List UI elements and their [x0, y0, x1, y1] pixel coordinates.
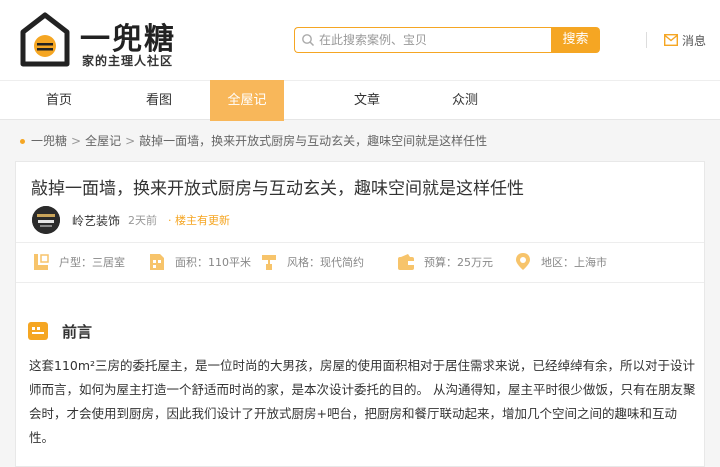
article-body: 这套110m²三房的委托屋主，是一位时尚的大男孩，房屋的使用面积相对于居住需求来… [29, 358, 696, 445]
article-card: 敲掉一面墙，换来开放式厨房与互动玄关，趣味空间就是这样任性 岭艺装饰 2天前 ·… [15, 161, 705, 467]
style-icon [262, 255, 276, 270]
nav-item-pictures[interactable]: 看图 [122, 81, 196, 120]
update-status: · 楼主有更新 [168, 214, 230, 227]
breadcrumb-dot-icon [20, 139, 25, 144]
section-title: 前言 [62, 323, 93, 341]
mail-icon [664, 34, 678, 46]
breadcrumb-separator: > [125, 134, 136, 148]
nav-item-whole-house[interactable]: 全屋记 [210, 80, 284, 121]
breadcrumb-section[interactable]: 全屋记 [85, 134, 121, 148]
info-location-text: 地区：上海市 [541, 256, 607, 269]
location-icon [516, 253, 530, 270]
author-avatar[interactable] [32, 206, 60, 234]
logo-icon[interactable] [20, 12, 70, 68]
budget-icon [398, 254, 414, 270]
search-box[interactable] [294, 27, 552, 53]
avatar-image-icon [32, 206, 60, 234]
nav-item-home[interactable]: 首页 [22, 81, 96, 120]
divider [16, 242, 704, 243]
article-title: 敲掉一面墙，换来开放式厨房与互动玄关，趣味空间就是这样任性 [31, 179, 524, 199]
author-name[interactable]: 岭艺装饰 [72, 212, 120, 229]
breadcrumb-home[interactable]: 一兜糖 [31, 134, 67, 148]
brand-slogan: 家的主理人社区 [82, 54, 174, 68]
info-area-text: 面积：110平米 [175, 256, 251, 269]
search-button[interactable]: 搜索 [551, 27, 600, 53]
main-nav: 首页 看图 全屋记 文章 众测 [0, 80, 720, 121]
nav-item-reviews[interactable]: 众测 [428, 81, 502, 120]
info-budget-text: 预算：25万元 [424, 256, 493, 269]
layout-icon [34, 254, 49, 270]
search-input[interactable] [319, 31, 544, 49]
info-layout-text: 户型：三居室 [59, 256, 125, 269]
breadcrumb-current: 敲掉一面墙，换来开放式厨房与互动玄关，趣味空间就是这样任性 [139, 134, 488, 148]
info-style-text: 风格：现代简约 [287, 256, 364, 269]
header-divider [646, 32, 647, 48]
messages-label: 消息 [682, 34, 707, 48]
search-icon [302, 34, 315, 47]
divider [16, 282, 704, 283]
breadcrumb-separator: > [71, 134, 82, 148]
post-time: 2天前 [128, 214, 157, 227]
section-icon [28, 322, 48, 340]
site-header: 一兜糖 家的主理人社区 搜索 消息 [0, 0, 720, 80]
breadcrumb: 一兜糖 > 全屋记 > 敲掉一面墙，换来开放式厨房与互动玄关，趣味空间就是这样任性 [20, 132, 487, 152]
area-icon [150, 254, 164, 270]
nav-item-articles[interactable]: 文章 [330, 81, 404, 120]
